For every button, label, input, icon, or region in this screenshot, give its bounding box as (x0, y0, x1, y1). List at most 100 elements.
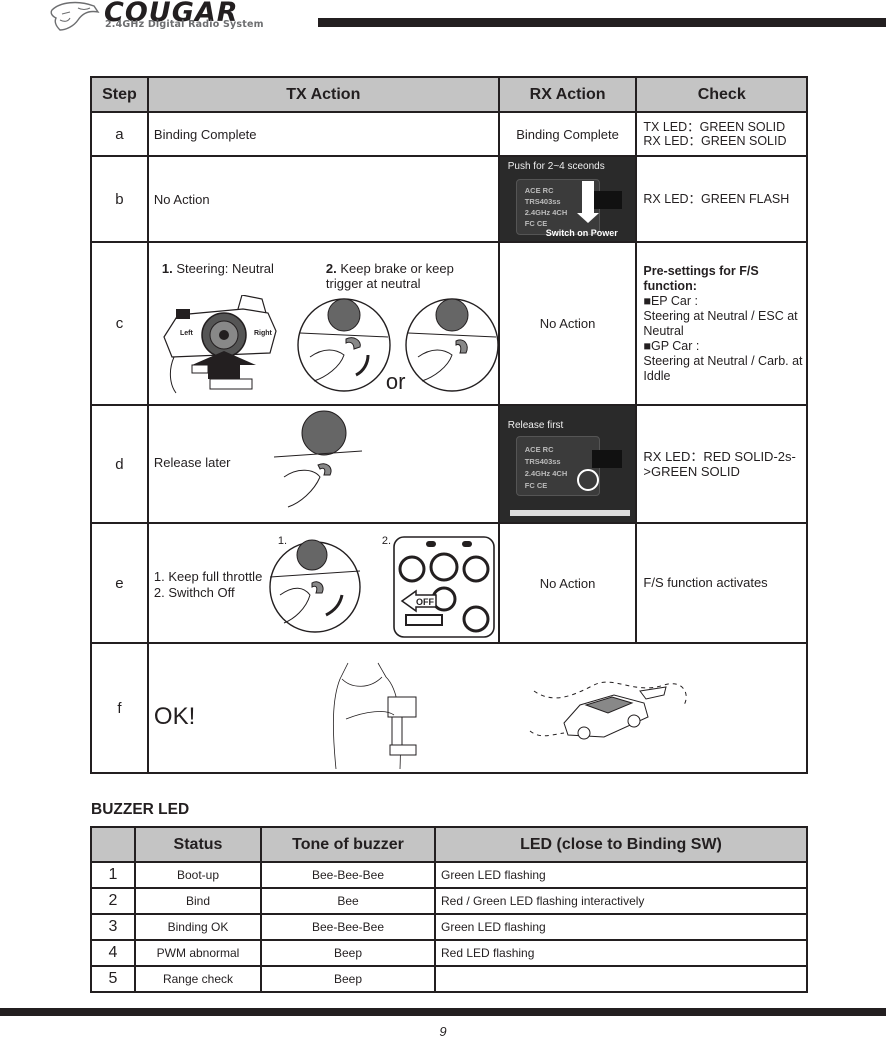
rx-action: No Action (497, 522, 638, 644)
full-throttle-illustration (269, 539, 361, 633)
rc-car-illustration (529, 681, 687, 740)
rx-action: Binding Complete (497, 111, 638, 157)
row-number: 5 (90, 965, 136, 993)
receiver-photo: Release first ACE RC TRS403ss 2.4GHz 4CH… (499, 406, 636, 522)
table-row: a Binding Complete Binding Complete TX L… (90, 111, 808, 157)
col-tone: Tone of buzzer (260, 826, 436, 863)
tx-instruction: 1. Steering: Neutral (162, 261, 274, 276)
step-label: c (90, 241, 149, 406)
receiver-wire (509, 510, 630, 516)
brand-logo: COUGAR 2.4GHz Digital Radio System (48, 0, 298, 34)
receiver-pins (591, 191, 622, 209)
receiver-brand: ACE RC (524, 445, 554, 454)
check-line: F/S function activates (643, 575, 768, 590)
tone: Beep (260, 965, 436, 993)
tx-instructions: 1. Keep full throttle 2. Swithch Off (154, 569, 262, 601)
receiver-model: TRS403ss (524, 457, 561, 466)
led-behavior: Green LED flashing (434, 913, 808, 941)
instruction-num: 1. (161, 261, 173, 276)
status: Binding OK (134, 913, 262, 941)
tx-action: Release later (153, 455, 231, 470)
instruction-line: 2. Swithch Off (153, 585, 235, 600)
receiver-pins (591, 450, 622, 468)
page-number: 9 (439, 1024, 447, 1039)
photo-caption: Push for 2~4 sceonds (507, 161, 605, 172)
brand-subtitle: 2.4GHz Digital Radio System (105, 19, 264, 30)
presetting-label: EP Car : (650, 293, 698, 308)
tx-instruction: 2. Keep brake or keep trigger at neutral (326, 261, 476, 291)
receiver-brand: ACE RC (524, 186, 554, 195)
person-with-transmitter-illustration (332, 662, 417, 770)
status: Range check (134, 965, 262, 993)
right-label: Right (254, 330, 273, 337)
row-number: 2 (90, 887, 136, 915)
row-number: 1 (90, 861, 136, 889)
check-cell: TX LED：GREEN SOLID RX LED：GREEN SOLID (635, 111, 808, 157)
photo-caption: Release first (507, 420, 564, 431)
or-label: or (385, 369, 406, 394)
check-line: RX LED：GREEN SOLID (643, 134, 787, 148)
step-label: a (90, 111, 149, 157)
off-label: OFF (416, 597, 434, 607)
tx-action-cell: Release later (146, 404, 500, 524)
ok-label: OK! (153, 703, 196, 730)
table-row: f OK! (90, 642, 809, 774)
table-header-row: Status Tone of buzzer LED (close to Bind… (90, 826, 808, 863)
footer-rule (0, 1008, 886, 1016)
col-step: Step (90, 76, 149, 113)
check-line: RX LED：GREEN FLASH (643, 192, 790, 206)
check-cell: Pre-settings for F/S function: ■EP Car :… (635, 241, 808, 406)
led-behavior: Green LED flashing (434, 861, 808, 889)
tx-action-cell: 1. Keep full throttle 2. Swithch Off 1. … (146, 522, 500, 644)
push-arrow-icon (576, 181, 599, 223)
receiver-model: TRS403ss (524, 197, 561, 206)
bullet-square-icon: ■ (643, 293, 651, 308)
instruction-text: Steering: Neutral (176, 261, 274, 276)
transmitter-panel-illustration: OFF (393, 536, 495, 638)
instruction-line: 1. Keep full throttle (153, 569, 263, 584)
tone: Beep (260, 939, 436, 967)
tx-action: Binding Complete (146, 111, 500, 157)
status: Bind (134, 887, 262, 915)
check-cell: RX LED：GREEN FLASH (635, 155, 808, 243)
rx-photo-cell: Push for 2~4 sceonds ACE RC TRS403ss 2.4… (497, 155, 638, 243)
header-rule (318, 18, 886, 27)
led-behavior (434, 965, 808, 993)
check-line: RX LED：RED SOLID-2s->GREEN SOLID (643, 449, 796, 479)
presetting-detail: Steering at Neutral / Carb. at Iddle (643, 353, 803, 383)
binding-steps-table: Step TX Action RX Action Check a Binding… (90, 76, 809, 774)
photo-footer: Switch on Power (545, 228, 618, 238)
buzzer-section-title: BUZZER LED (91, 801, 190, 818)
tone: Bee-Bee-Bee (260, 861, 436, 889)
table-row: 4 PWM abnormal Beep Red LED flashing (90, 939, 808, 967)
tx-action: No Action (146, 155, 500, 243)
instruction-text: Keep brake or keep trigger at neutral (325, 261, 454, 291)
led-behavior: Red LED flashing (434, 939, 808, 967)
col-tx-action: TX Action (146, 76, 500, 113)
transmitter-steering-illustration: Left Right (163, 295, 277, 394)
presetting-item: ■GP Car : (643, 339, 806, 354)
col-led: LED (close to Binding SW) (434, 826, 808, 863)
receiver-photo: Push for 2~4 sceonds ACE RC TRS403ss 2.4… (499, 157, 636, 241)
status: Boot-up (134, 861, 262, 889)
step-label: f (90, 642, 149, 774)
presetting-label: GP Car : (650, 338, 700, 353)
table-header-row: Step TX Action RX Action Check (90, 76, 808, 113)
presetting-detail: Steering at Neutral / ESC at Neutral (643, 308, 798, 338)
col-status: Status (134, 826, 262, 863)
table-row: 5 Range check Beep (90, 965, 808, 993)
ok-cell: OK! (146, 642, 809, 774)
table-row: e 1. Keep full throttle 2. Swithch Off 1… (90, 522, 808, 644)
tone: Bee (260, 887, 436, 915)
presettings-title: Pre-settings for F/S function: (643, 263, 759, 293)
trigger-neutral-illustration (405, 298, 499, 392)
status: PWM abnormal (134, 939, 262, 967)
receiver-band: 2.4GHz 4CH (524, 208, 568, 217)
receiver-cert: FC CE (524, 481, 548, 490)
table-row: 1 Boot-up Bee-Bee-Bee Green LED flashing (90, 861, 808, 889)
rx-photo-cell: Release first ACE RC TRS403ss 2.4GHz 4CH… (497, 404, 638, 524)
buzzer-led-table: Status Tone of buzzer LED (close to Bind… (90, 826, 808, 993)
led-highlight-circle (576, 469, 599, 491)
receiver-band: 2.4GHz 4CH (524, 469, 568, 478)
trigger-brake-illustration (297, 298, 391, 392)
